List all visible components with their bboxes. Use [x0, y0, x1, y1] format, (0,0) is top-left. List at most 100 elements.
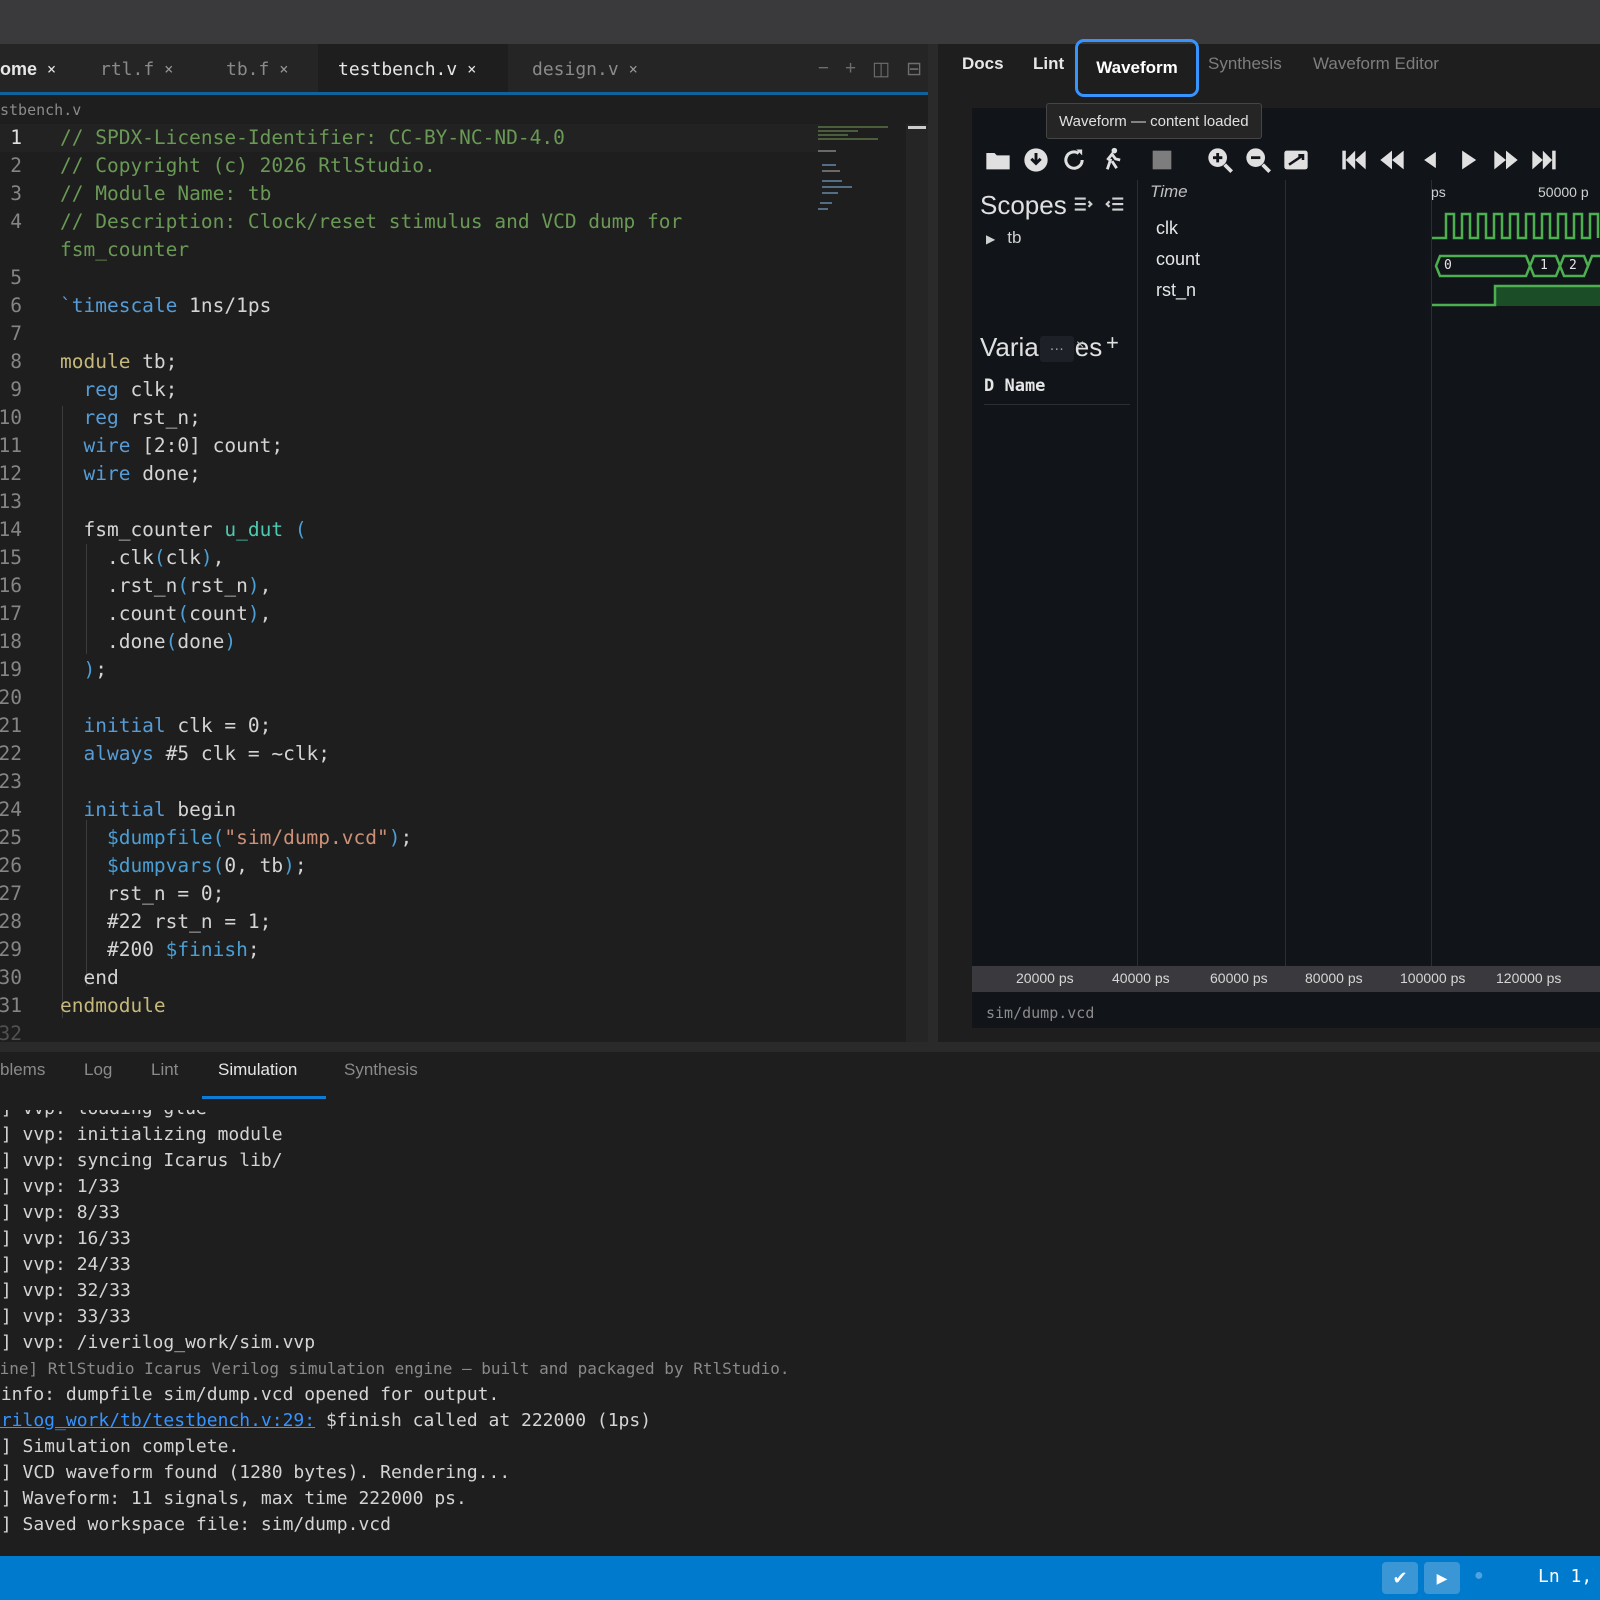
- scopes-title: Scopes: [980, 190, 1067, 220]
- output-line: m] vvp: initializing module: [0, 1124, 283, 1145]
- tab-home[interactable]: ome ×: [0, 44, 68, 94]
- output-line: m] Saved workspace file: sim/dump.vcd: [0, 1514, 391, 1535]
- vcd-file-path: sim/dump.vcd: [986, 1004, 1095, 1022]
- line-number: 22: [0, 742, 22, 765]
- time-column-label: Time: [1150, 182, 1188, 201]
- tab-log[interactable]: Log: [84, 1060, 112, 1080]
- tab-simulation[interactable]: Simulation: [218, 1060, 297, 1080]
- line-number: 14: [0, 518, 22, 541]
- line-number: 8: [10, 350, 22, 373]
- line-number: 27: [0, 882, 22, 905]
- tab-design-v[interactable]: design.v ×: [512, 44, 662, 94]
- tab-label: tb.f: [226, 58, 270, 80]
- line-number: 18: [0, 630, 22, 653]
- line-number: 10: [0, 406, 22, 429]
- horizontal-splitter[interactable]: [0, 1042, 1600, 1052]
- editor-tabbar: ome × rtl.f × tb.f × testbench.v × desig…: [0, 44, 944, 95]
- expand-all-icon[interactable]: [1072, 194, 1094, 216]
- window-titlebar: [0, 0, 1600, 44]
- code-line: 1// SPDX-License-Identifier: CC-BY-NC-ND…: [0, 124, 820, 152]
- tab-rtl-f[interactable]: rtl.f ×: [82, 44, 192, 94]
- output-line: m] vvp: /iverilog_work/sim.vvp: [0, 1332, 316, 1353]
- time-axis[interactable]: 20000 ps 40000 ps 60000 ps 80000 ps 1000…: [972, 966, 1600, 992]
- run-icon[interactable]: [1098, 146, 1126, 174]
- close-icon[interactable]: ×: [47, 60, 56, 78]
- check-icon[interactable]: ✔: [1382, 1562, 1418, 1594]
- output-line: m] vvp: 24/33: [0, 1254, 131, 1275]
- output-line-finish: erilog_work/tb/testbench.v:29: $finish c…: [0, 1408, 651, 1434]
- line-number: 15: [0, 546, 22, 569]
- tab-testbench-v[interactable]: testbench.v ×: [318, 44, 508, 94]
- cursor-position[interactable]: Ln 1,: [1538, 1566, 1592, 1587]
- line-number: 1: [10, 126, 22, 149]
- code-area[interactable]: 1// SPDX-License-Identifier: CC-BY-NC-ND…: [0, 124, 925, 1052]
- minimize-icon[interactable]: −: [818, 58, 829, 80]
- close-icon[interactable]: ×: [279, 60, 288, 78]
- minimap[interactable]: [816, 124, 906, 224]
- tab-lint[interactable]: Lint: [1033, 54, 1064, 74]
- tab-synthesis[interactable]: Synthesis: [1208, 54, 1282, 74]
- source-link[interactable]: erilog_work/tb/testbench.v:29:: [0, 1410, 315, 1431]
- fast-forward-icon[interactable]: [1492, 146, 1520, 174]
- split-editor-icon[interactable]: ◫: [872, 58, 890, 81]
- close-icon[interactable]: ×: [467, 60, 476, 78]
- tab-tb-f[interactable]: tb.f ×: [202, 44, 312, 94]
- open-folder-icon[interactable]: [984, 146, 1012, 174]
- output-line: m] vvp: syncing Icarus lib/: [0, 1150, 283, 1171]
- tab-lint-output[interactable]: Lint: [151, 1060, 178, 1080]
- count-value-label: 2: [1569, 258, 1577, 273]
- caret-right-icon[interactable]: ▶: [986, 232, 995, 246]
- stop-icon[interactable]: [1148, 146, 1176, 174]
- editor-scrollbar[interactable]: [906, 124, 928, 1052]
- close-icon[interactable]: ×: [629, 60, 638, 78]
- count-value-label: 1: [1540, 258, 1548, 273]
- tab-docs[interactable]: Docs: [962, 54, 1004, 74]
- tab-waveform-editor[interactable]: Waveform Editor: [1313, 54, 1439, 74]
- line-number: 7: [10, 322, 22, 345]
- signal-name-rst-n[interactable]: rst_n: [1156, 280, 1196, 301]
- simulation-output[interactable]: m] vvp: loading glue m] vvp: initializin…: [0, 1110, 1600, 1556]
- close-icon[interactable]: ×: [1076, 336, 1084, 352]
- line-number: 5: [10, 266, 22, 289]
- layout-icon[interactable]: ⊟: [906, 58, 922, 81]
- add-icon[interactable]: +: [845, 58, 856, 80]
- editor-tab-tools: − + ◫ ⊟: [818, 44, 922, 94]
- output-line: m] Simulation complete.: [0, 1436, 240, 1457]
- zoom-out-icon[interactable]: [1244, 146, 1272, 174]
- zoom-fit-icon[interactable]: [1282, 146, 1310, 174]
- play-icon[interactable]: [1454, 146, 1482, 174]
- run-simulation-icon[interactable]: ▶: [1424, 1562, 1460, 1594]
- scope-label: tb: [1007, 228, 1022, 247]
- tab-waveform[interactable]: Waveform: [1075, 39, 1199, 97]
- rewind-icon[interactable]: [1378, 146, 1406, 174]
- scrollbar-thumb[interactable]: [908, 126, 926, 129]
- skip-start-icon[interactable]: [1340, 146, 1368, 174]
- scope-tree-item-tb[interactable]: ▶ tb: [986, 228, 1021, 248]
- tab-label: design.v: [532, 58, 619, 80]
- zoom-in-icon[interactable]: [1206, 146, 1234, 174]
- signal-name-count[interactable]: count: [1156, 249, 1200, 270]
- output-line: gine] RtlStudio Icarus Verilog simulatio…: [0, 1359, 790, 1378]
- breadcrumb[interactable]: stbench.v: [0, 98, 81, 122]
- skip-end-icon[interactable]: [1530, 146, 1558, 174]
- download-icon[interactable]: [1022, 146, 1050, 174]
- line-number: 13: [0, 490, 22, 513]
- line-number: 16: [0, 574, 22, 597]
- line-number: 2: [10, 154, 22, 177]
- output-line: m] vvp: 1/33: [0, 1176, 121, 1197]
- close-icon[interactable]: ×: [164, 60, 173, 78]
- reload-icon[interactable]: [1060, 146, 1088, 174]
- output-line: m] vvp: loading glue: [0, 1110, 207, 1122]
- collapse-all-icon[interactable]: [1104, 194, 1126, 216]
- tabbar-accent: [0, 92, 944, 95]
- tab-problems[interactable]: blems: [0, 1060, 45, 1080]
- count-bus-3: [1586, 254, 1600, 267]
- waveform-canvas[interactable]: ps 50000 p 0 1 2: [1432, 180, 1600, 976]
- step-back-icon[interactable]: [1416, 146, 1444, 174]
- tab-synthesis-output[interactable]: Synthesis: [344, 1060, 418, 1080]
- add-variable-icon[interactable]: +: [1106, 330, 1119, 356]
- variables-search-input[interactable]: …: [1039, 336, 1074, 363]
- vertical-splitter[interactable]: [928, 44, 938, 1052]
- signal-name-clk[interactable]: clk: [1156, 218, 1178, 239]
- signal-names-panel: Time clk count rst_n: [1138, 180, 1286, 976]
